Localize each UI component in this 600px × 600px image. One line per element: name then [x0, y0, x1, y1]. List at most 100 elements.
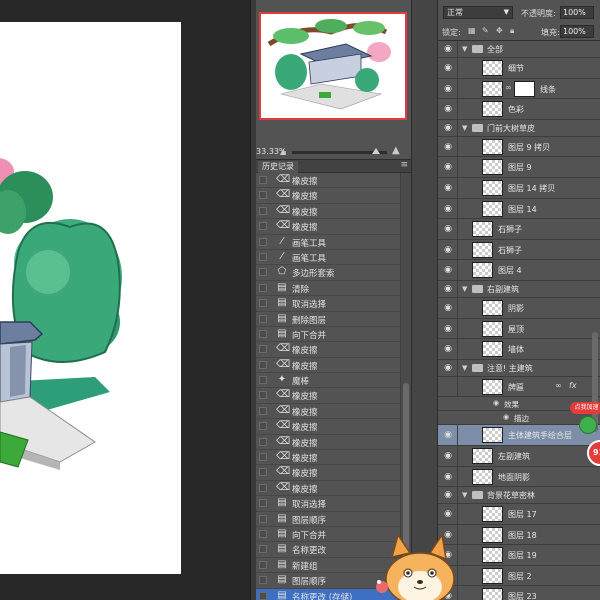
layer-group[interactable]: ◉ ▼ 门前大树草皮: [438, 119, 600, 137]
visibility-eye-icon[interactable]: ◉: [442, 204, 454, 214]
layer-row[interactable]: ◉ 色彩: [438, 99, 600, 120]
accelerator-badge[interactable]: 点我加速: [570, 402, 600, 414]
history-snapshot-checkbox[interactable]: [259, 283, 267, 292]
layer-row[interactable]: ◉ 图层 17: [438, 504, 600, 525]
visibility-eye-icon[interactable]: ◉: [442, 363, 454, 373]
layer-thumbnail[interactable]: [482, 526, 503, 543]
layer-group[interactable]: ◉ ▼ 背景花草密林: [438, 487, 600, 505]
layer-thumbnail[interactable]: [482, 179, 503, 196]
layer-row[interactable]: ◉ 图层 14: [438, 198, 600, 220]
history-snapshot-checkbox[interactable]: [259, 314, 267, 323]
visibility-eye-icon[interactable]: ◉: [442, 104, 454, 114]
history-snapshot-checkbox[interactable]: [259, 453, 267, 462]
history-snapshot-checkbox[interactable]: [259, 529, 267, 538]
opacity-field[interactable]: 100%: [560, 6, 594, 19]
visibility-eye-icon[interactable]: ◉: [442, 224, 454, 234]
visibility-eye-icon[interactable]: ◉: [442, 284, 454, 294]
visibility-eye-icon[interactable]: ◉: [442, 44, 454, 54]
history-item[interactable]: ⌫ 橡皮擦: [256, 188, 400, 204]
layer-thumbnail[interactable]: [482, 567, 503, 584]
lock-move-icon[interactable]: ✥: [496, 26, 503, 35]
history-snapshot-checkbox[interactable]: [259, 422, 267, 431]
layer-row[interactable]: ◉ 屋顶: [438, 318, 600, 340]
history-item[interactable]: ▤ 向下合并: [256, 327, 400, 343]
visibility-eye-icon[interactable]: ◉: [442, 63, 454, 73]
visibility-eye-icon[interactable]: ◉: [442, 344, 454, 354]
expand-arrow-icon[interactable]: ▼: [462, 364, 467, 372]
history-item[interactable]: ▤ 取消选择: [256, 296, 400, 312]
layer-thumbnail[interactable]: [472, 221, 493, 238]
history-snapshot-checkbox[interactable]: [259, 222, 267, 231]
history-item[interactable]: ⌫ 橡皮擦: [256, 435, 400, 451]
layer-row[interactable]: ◉ 图层 4: [438, 260, 600, 281]
layer-row[interactable]: ◉ 石狮子: [438, 219, 600, 240]
history-item[interactable]: ▤ 删除图层: [256, 312, 400, 327]
history-item[interactable]: ⁄ 画笔工具: [256, 235, 400, 250]
layer-thumbnail[interactable]: [472, 241, 493, 258]
history-item[interactable]: ⌫ 橡皮擦: [256, 358, 400, 374]
history-item[interactable]: ✦ 魔棒: [256, 373, 400, 389]
history-snapshot-checkbox[interactable]: [259, 406, 267, 415]
layer-row[interactable]: ◉ 细节: [438, 58, 600, 79]
expand-arrow-icon[interactable]: ▼: [462, 491, 467, 499]
layer-thumbnail[interactable]: [482, 588, 503, 600]
layer-thumbnail[interactable]: [482, 427, 503, 444]
history-item[interactable]: ⬠ 多边形套索: [256, 265, 400, 281]
history-snapshot-checkbox[interactable]: [259, 576, 267, 585]
history-snapshot-checkbox[interactable]: [259, 483, 267, 492]
history-item[interactable]: ⌫ 橡皮擦: [256, 450, 400, 466]
layer-thumbnail[interactable]: [472, 468, 493, 485]
history-snapshot-checkbox[interactable]: [259, 268, 267, 277]
navigator-preview[interactable]: [259, 12, 407, 120]
link-icon[interactable]: ∞: [555, 381, 562, 390]
history-item[interactable]: ▤ 清除: [256, 281, 400, 297]
zoom-slider-knob[interactable]: [372, 148, 380, 154]
history-snapshot-checkbox[interactable]: [259, 299, 267, 308]
lock-all-icon[interactable]: 🔒︎: [510, 26, 514, 36]
visibility-eye-icon[interactable]: ◉: [442, 303, 454, 313]
visibility-eye-icon[interactable]: ◉: [442, 142, 454, 152]
history-snapshot-checkbox[interactable]: [259, 176, 267, 184]
layer-thumbnail[interactable]: [482, 80, 503, 97]
history-snapshot-checkbox[interactable]: [259, 237, 267, 246]
layer-row[interactable]: ◉ 石狮子: [438, 239, 600, 261]
accelerator-widget[interactable]: 点我加速 91: [565, 402, 600, 472]
visibility-eye-icon[interactable]: ◉: [442, 162, 454, 172]
expand-arrow-icon[interactable]: ▼: [462, 285, 467, 293]
visibility-eye-icon[interactable]: ◉: [442, 183, 454, 193]
history-item[interactable]: ⌫ 橡皮擦: [256, 481, 400, 497]
layer-row[interactable]: ◉ 墙体: [438, 339, 600, 360]
fx-icon[interactable]: fx: [569, 381, 577, 390]
history-snapshot-checkbox[interactable]: [259, 206, 267, 215]
layer-thumbnail[interactable]: [472, 447, 493, 464]
history-item[interactable]: ▤ 图层顺序: [256, 512, 400, 527]
visibility-eye-icon[interactable]: ◉: [442, 84, 454, 94]
history-item[interactable]: ⌫ 橡皮擦: [256, 419, 400, 435]
layer-thumbnail[interactable]: [482, 299, 503, 316]
effect-eye-icon[interactable]: ◉: [500, 413, 512, 421]
visibility-eye-icon[interactable]: ◉: [442, 451, 454, 461]
history-item[interactable]: ▤ 取消选择: [256, 496, 400, 512]
fill-field[interactable]: 100%: [560, 25, 594, 38]
history-item[interactable]: ⁄ 画笔工具: [256, 250, 400, 266]
history-snapshot-checkbox[interactable]: [259, 345, 267, 354]
visibility-eye-icon[interactable]: ◉: [442, 245, 454, 255]
history-snapshot-checkbox[interactable]: [259, 329, 267, 338]
layer-row[interactable]: ◉ ∞ 线条: [438, 78, 600, 100]
layer-thumbnail[interactable]: [482, 200, 503, 217]
lock-brush-icon[interactable]: ✎: [482, 26, 489, 35]
layer-group[interactable]: ◉ ▼ 注意! 主建筑: [438, 359, 600, 377]
blend-mode-select[interactable]: 正常 ▼: [443, 6, 513, 19]
layer-thumbnail[interactable]: [482, 547, 503, 564]
layer-thumbnail[interactable]: [482, 138, 503, 155]
layer-thumbnail[interactable]: [472, 262, 493, 279]
visibility-eye-icon[interactable]: ◉: [442, 324, 454, 334]
history-item[interactable]: ⌫ 橡皮擦: [256, 204, 400, 220]
history-snapshot-checkbox[interactable]: [259, 560, 267, 569]
history-snapshot-checkbox[interactable]: [259, 360, 267, 369]
history-item[interactable]: ⌫ 橡皮擦: [256, 219, 400, 235]
history-snapshot-checkbox[interactable]: [259, 252, 267, 261]
history-snapshot-checkbox[interactable]: [259, 591, 267, 600]
layer-mask-thumbnail[interactable]: [514, 80, 535, 97]
history-snapshot-checkbox[interactable]: [259, 499, 267, 508]
